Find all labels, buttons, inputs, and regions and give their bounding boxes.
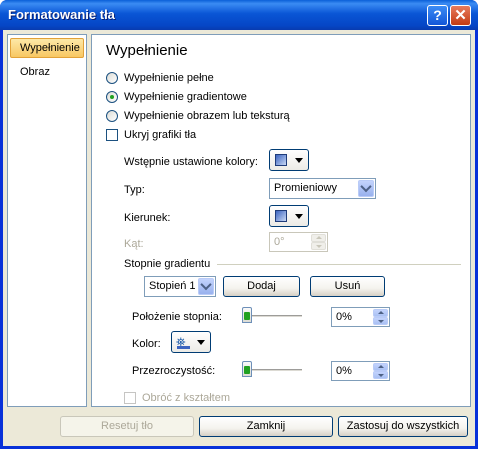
- dialog-window: Formatowanie tła ? ✕ Wypełnienie Obraz W…: [0, 0, 478, 449]
- reset-background-button[interactable]: Resetuj tło: [60, 416, 194, 437]
- preset-colors-dropdown[interactable]: [269, 149, 309, 171]
- close-label: Zamknij: [246, 420, 286, 432]
- spin-down-button[interactable]: [311, 242, 326, 250]
- direction-label: Kierunek:: [124, 212, 171, 224]
- gradient-stops-group-label: Stopnie gradientu: [124, 258, 211, 270]
- spin-up-button[interactable]: [373, 309, 388, 317]
- close-window-button[interactable]: ✕: [450, 5, 471, 26]
- transparency-value: 0%: [336, 365, 352, 377]
- color-label: Kolor:: [132, 338, 161, 350]
- sidebar-item-wypelnienie[interactable]: Wypełnienie: [10, 38, 84, 58]
- checkbox-box[interactable]: [124, 392, 136, 404]
- current-color-bar: [177, 346, 190, 349]
- preset-colors-label: Wstępnie ustawione kolory:: [124, 156, 258, 168]
- spinner-arrows[interactable]: [373, 363, 388, 379]
- stop-position-label: Położenie stopnia:: [132, 311, 222, 323]
- chevron-down-icon: [360, 180, 372, 193]
- spinner-arrows[interactable]: [373, 309, 388, 325]
- dialog-client-area: Wypełnienie Obraz Wypełnienie Wypełnieni…: [3, 30, 475, 446]
- stop-position-slider-thumb[interactable]: [242, 307, 252, 323]
- spinner-arrows[interactable]: [311, 234, 326, 250]
- close-button[interactable]: Zamknij: [199, 416, 333, 437]
- fill-settings-panel: Wypełnienie Wypełnienie pełne Wypełnieni…: [91, 34, 471, 407]
- rotate-with-shape-label: Obróć z kształtem: [142, 392, 231, 404]
- direction-dropdown[interactable]: [269, 205, 309, 227]
- stop-position-value: 0%: [336, 311, 352, 323]
- group-divider: [217, 264, 461, 265]
- radio-gradient-fill-label: Wypełnienie gradientowe: [124, 91, 247, 103]
- angle-label: Kąt:: [124, 238, 144, 250]
- title-bar[interactable]: Formatowanie tła ? ✕: [0, 0, 478, 30]
- type-select-value: Promieniowy: [274, 182, 337, 194]
- gradient-swatch-icon: [275, 154, 287, 166]
- chevron-down-icon: [200, 278, 212, 291]
- category-sidebar: Wypełnienie Obraz: [7, 34, 87, 407]
- sidebar-item-obraz[interactable]: Obraz: [10, 62, 84, 82]
- dropdown-arrow-icon: [295, 214, 303, 219]
- reset-background-label: Resetuj tło: [101, 420, 153, 432]
- transparency-spinner[interactable]: 0%: [331, 361, 390, 381]
- hide-graphics-label: Ukryj grafiki tła: [124, 129, 197, 141]
- angle-spinner[interactable]: 0°: [269, 232, 328, 252]
- spin-down-button[interactable]: [373, 317, 388, 325]
- panel-heading: Wypełnienie: [106, 42, 188, 59]
- radio-indicator[interactable]: [106, 110, 118, 122]
- window-title: Formatowanie tła: [8, 7, 115, 22]
- add-stop-button[interactable]: Dodaj: [223, 276, 300, 297]
- spin-up-button[interactable]: [373, 363, 388, 371]
- help-button[interactable]: ?: [427, 5, 448, 26]
- fill-color-dropdown[interactable]: ⛯: [171, 331, 211, 353]
- apply-to-all-label: Zastosuj do wszystkich: [346, 420, 460, 432]
- gradient-stop-select[interactable]: Stopień 1: [144, 276, 216, 297]
- transparency-label: Przezroczystość:: [132, 365, 216, 377]
- checkbox-box[interactable]: [106, 129, 118, 141]
- angle-value: 0°: [274, 236, 285, 248]
- type-select-button[interactable]: [358, 180, 374, 197]
- apply-to-all-button[interactable]: Zastosuj do wszystkich: [338, 416, 468, 437]
- stop-position-spinner[interactable]: 0%: [331, 307, 390, 327]
- dropdown-arrow-icon: [295, 158, 303, 163]
- radio-indicator[interactable]: [106, 72, 118, 84]
- remove-stop-button[interactable]: Usuń: [310, 276, 385, 297]
- gradient-stop-value: Stopień 1: [149, 280, 196, 292]
- radio-solid-fill-label: Wypełnienie pełne: [124, 72, 214, 84]
- spin-down-button[interactable]: [373, 371, 388, 379]
- gradient-stop-select-button[interactable]: [198, 278, 214, 295]
- dropdown-arrow-icon: [197, 340, 205, 345]
- gradient-swatch-icon: [275, 210, 287, 222]
- type-select[interactable]: Promieniowy: [269, 178, 376, 199]
- radio-picture-fill-label: Wypełnienie obrazem lub teksturą: [124, 110, 290, 122]
- radio-indicator[interactable]: [106, 91, 118, 103]
- radio-selected-dot: [110, 95, 114, 99]
- add-stop-label: Dodaj: [247, 280, 276, 292]
- type-label: Typ:: [124, 184, 145, 196]
- remove-stop-label: Usuń: [334, 280, 361, 292]
- spin-up-button[interactable]: [311, 234, 326, 242]
- transparency-slider-thumb[interactable]: [242, 361, 252, 377]
